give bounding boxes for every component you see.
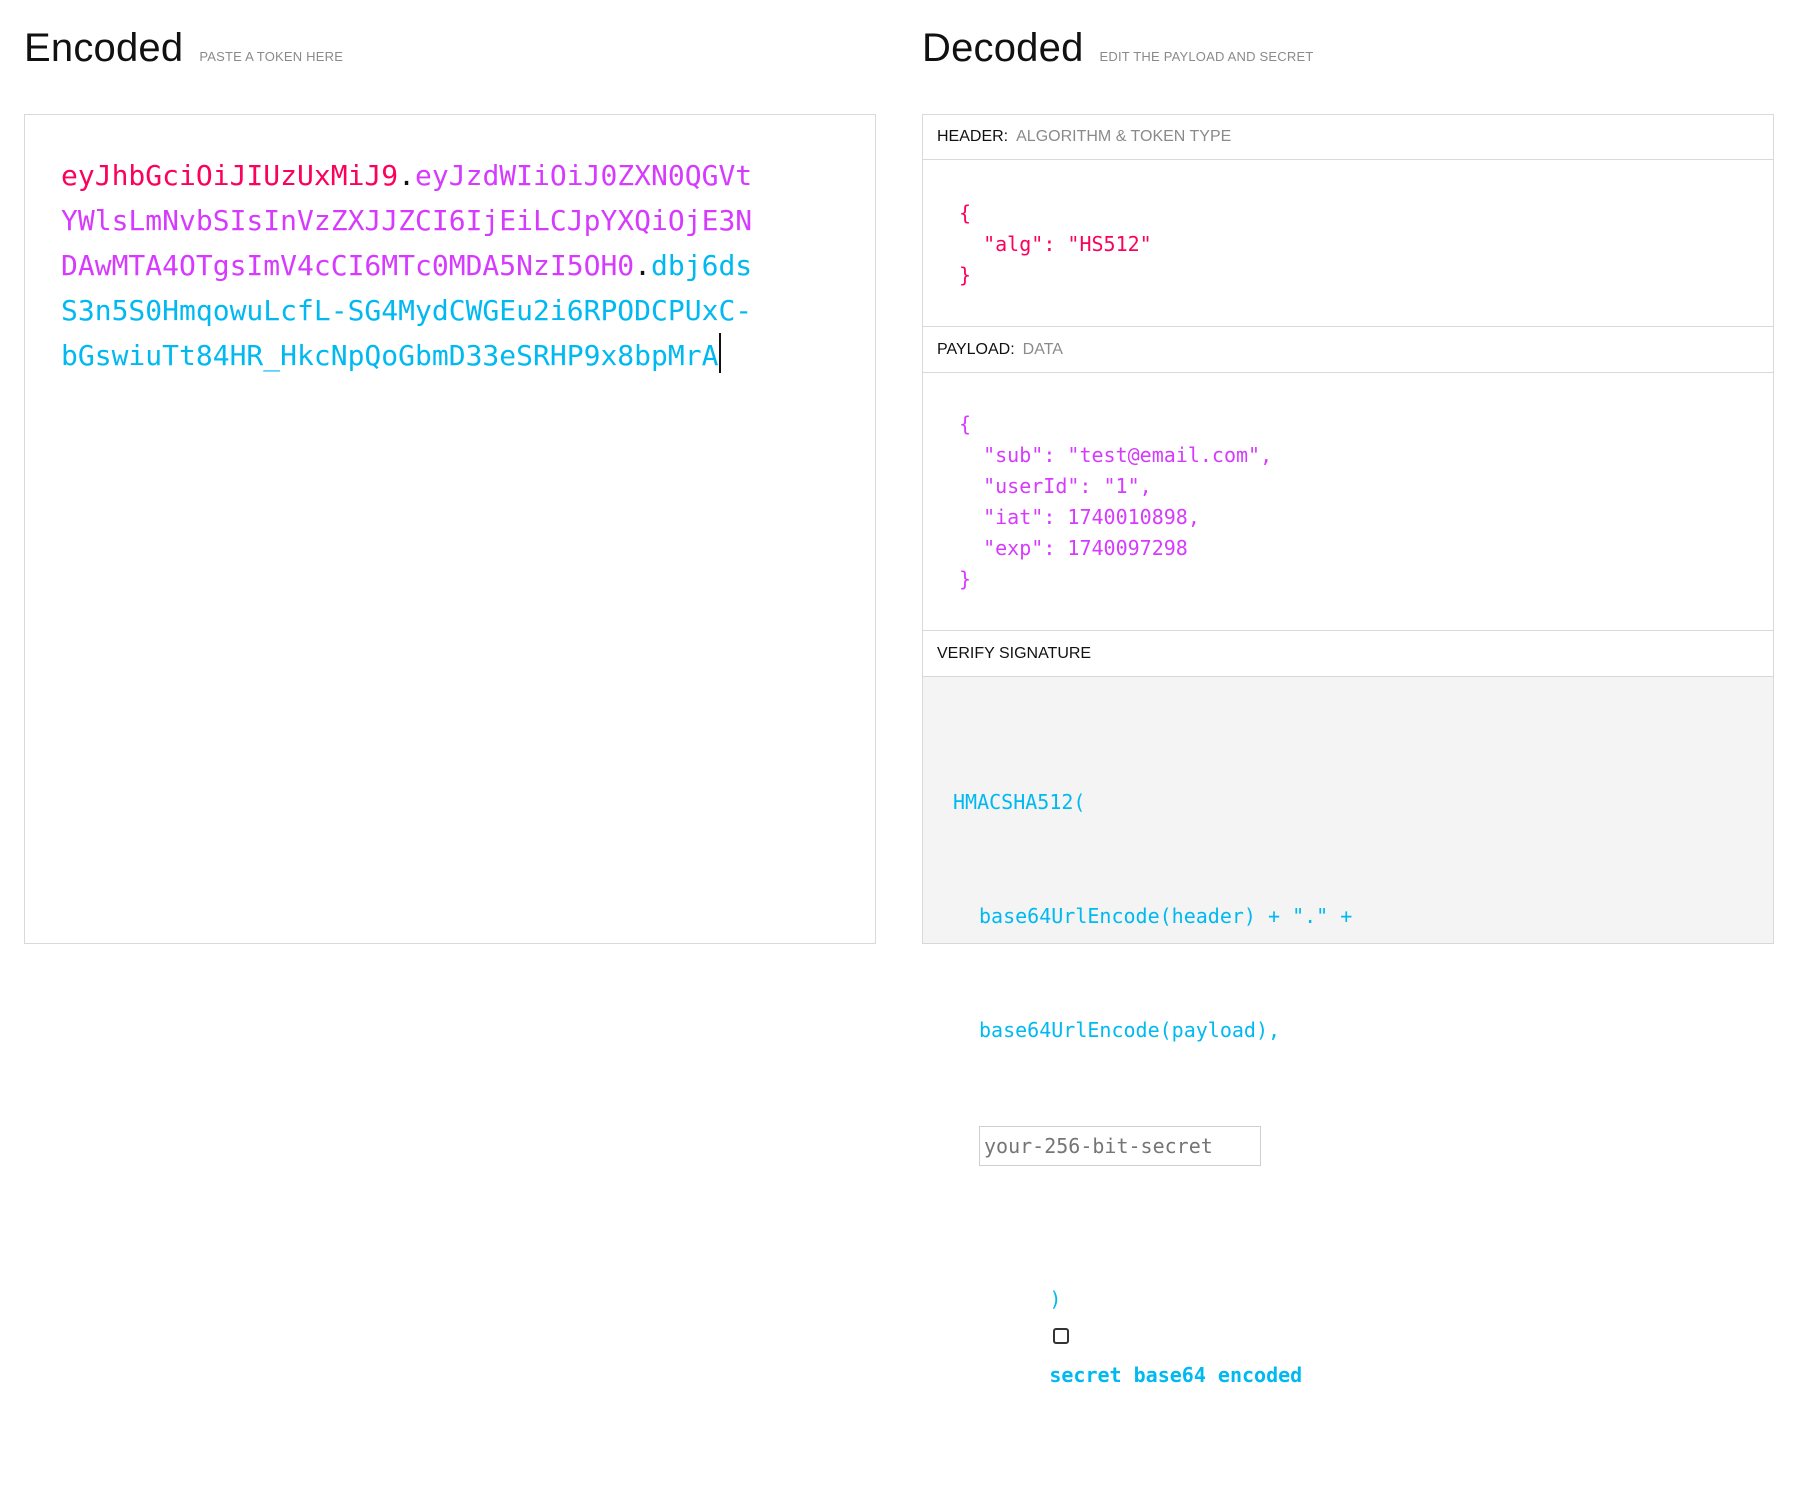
signature-formula: HMACSHA512( base64UrlEncode(header) + ".…	[953, 707, 1352, 1508]
encoded-title-row: Encoded PASTE A TOKEN HERE	[24, 26, 343, 71]
payload-hint: DATA	[1022, 341, 1063, 358]
payload-json[interactable]: { "sub": "test@email.com", "userId": "1"…	[959, 409, 1272, 595]
json-open-brace: {	[959, 412, 972, 436]
hmac-function: HMACSHA512(	[953, 790, 1086, 814]
formula-payload-line: base64UrlEncode(payload),	[979, 1018, 1281, 1042]
json-value-exp: 1740097298	[1067, 536, 1188, 560]
header-label: HEADER:	[937, 128, 1009, 145]
secret-input[interactable]	[979, 1125, 1261, 1166]
token-dot: .	[634, 249, 652, 282]
decoded-panel: HEADER: ALGORITHM & TOKEN TYPE { "alg": …	[922, 114, 1774, 1387]
formula-close-paren: )	[1049, 1286, 1062, 1311]
json-close-brace: }	[959, 263, 972, 287]
decoded-title-row: Decoded EDIT THE PAYLOAD AND SECRET	[922, 26, 1313, 71]
secret-base64-checkbox[interactable]	[1053, 1327, 1070, 1344]
json-key-alg: "alg"	[983, 232, 1044, 256]
secret-base64-label[interactable]: secret base64 encoded	[1049, 1363, 1302, 1387]
payload-json-editor[interactable]: { "sub": "test@email.com", "userId": "1"…	[923, 373, 1773, 631]
json-value-userid: "1"	[1103, 474, 1140, 498]
token-header-part: eyJhbGciOiJIUzUxMiJ9	[61, 159, 399, 192]
decoded-subtitle: EDIT THE PAYLOAD AND SECRET	[1099, 49, 1314, 64]
json-key-sub: "sub"	[983, 443, 1044, 467]
json-value-alg: "HS512"	[1067, 232, 1152, 256]
header-section-title: HEADER: ALGORITHM & TOKEN TYPE	[923, 115, 1773, 160]
json-key-exp: "exp"	[983, 536, 1044, 560]
encoded-token-editor[interactable]: eyJhbGciOiJIUzUxMiJ9.eyJzdWIiOiJ0ZXN0QGV…	[24, 114, 876, 944]
header-hint: ALGORITHM & TOKEN TYPE	[1016, 128, 1232, 145]
token-dot: .	[398, 159, 416, 192]
decoded-title: Decoded	[922, 26, 1084, 70]
secret-row	[953, 1125, 1352, 1166]
verify-signature-body: HMACSHA512( base64UrlEncode(header) + ".…	[923, 677, 1773, 1387]
verify-section-title: VERIFY SIGNATURE	[923, 632, 1773, 677]
payload-section-title: PAYLOAD: DATA	[923, 328, 1773, 373]
json-value-sub: "test@email.com"	[1067, 443, 1261, 467]
header-json[interactable]: { "alg": "HS512" }	[959, 198, 1152, 291]
text-caret	[719, 333, 722, 373]
json-value-iat: 1740010898	[1067, 505, 1188, 529]
header-json-editor[interactable]: { "alg": "HS512" }	[923, 160, 1773, 327]
json-key-userid: "userId"	[983, 474, 1080, 498]
formula-header-line: base64UrlEncode(header) + "." +	[979, 904, 1353, 928]
json-close-brace: }	[959, 567, 972, 591]
json-key-iat: "iat"	[983, 505, 1044, 529]
encoded-token-text[interactable]: eyJhbGciOiJIUzUxMiJ9.eyJzdWIiOiJ0ZXN0QGV…	[61, 153, 761, 378]
base64-option-row: ) secret base64 encoded	[953, 1242, 1352, 1432]
payload-label: PAYLOAD:	[937, 341, 1015, 358]
encoded-title: Encoded	[24, 26, 184, 70]
encoded-subtitle: PASTE A TOKEN HERE	[199, 49, 344, 64]
verify-label: VERIFY SIGNATURE	[937, 645, 1092, 662]
json-open-brace: {	[959, 201, 972, 225]
